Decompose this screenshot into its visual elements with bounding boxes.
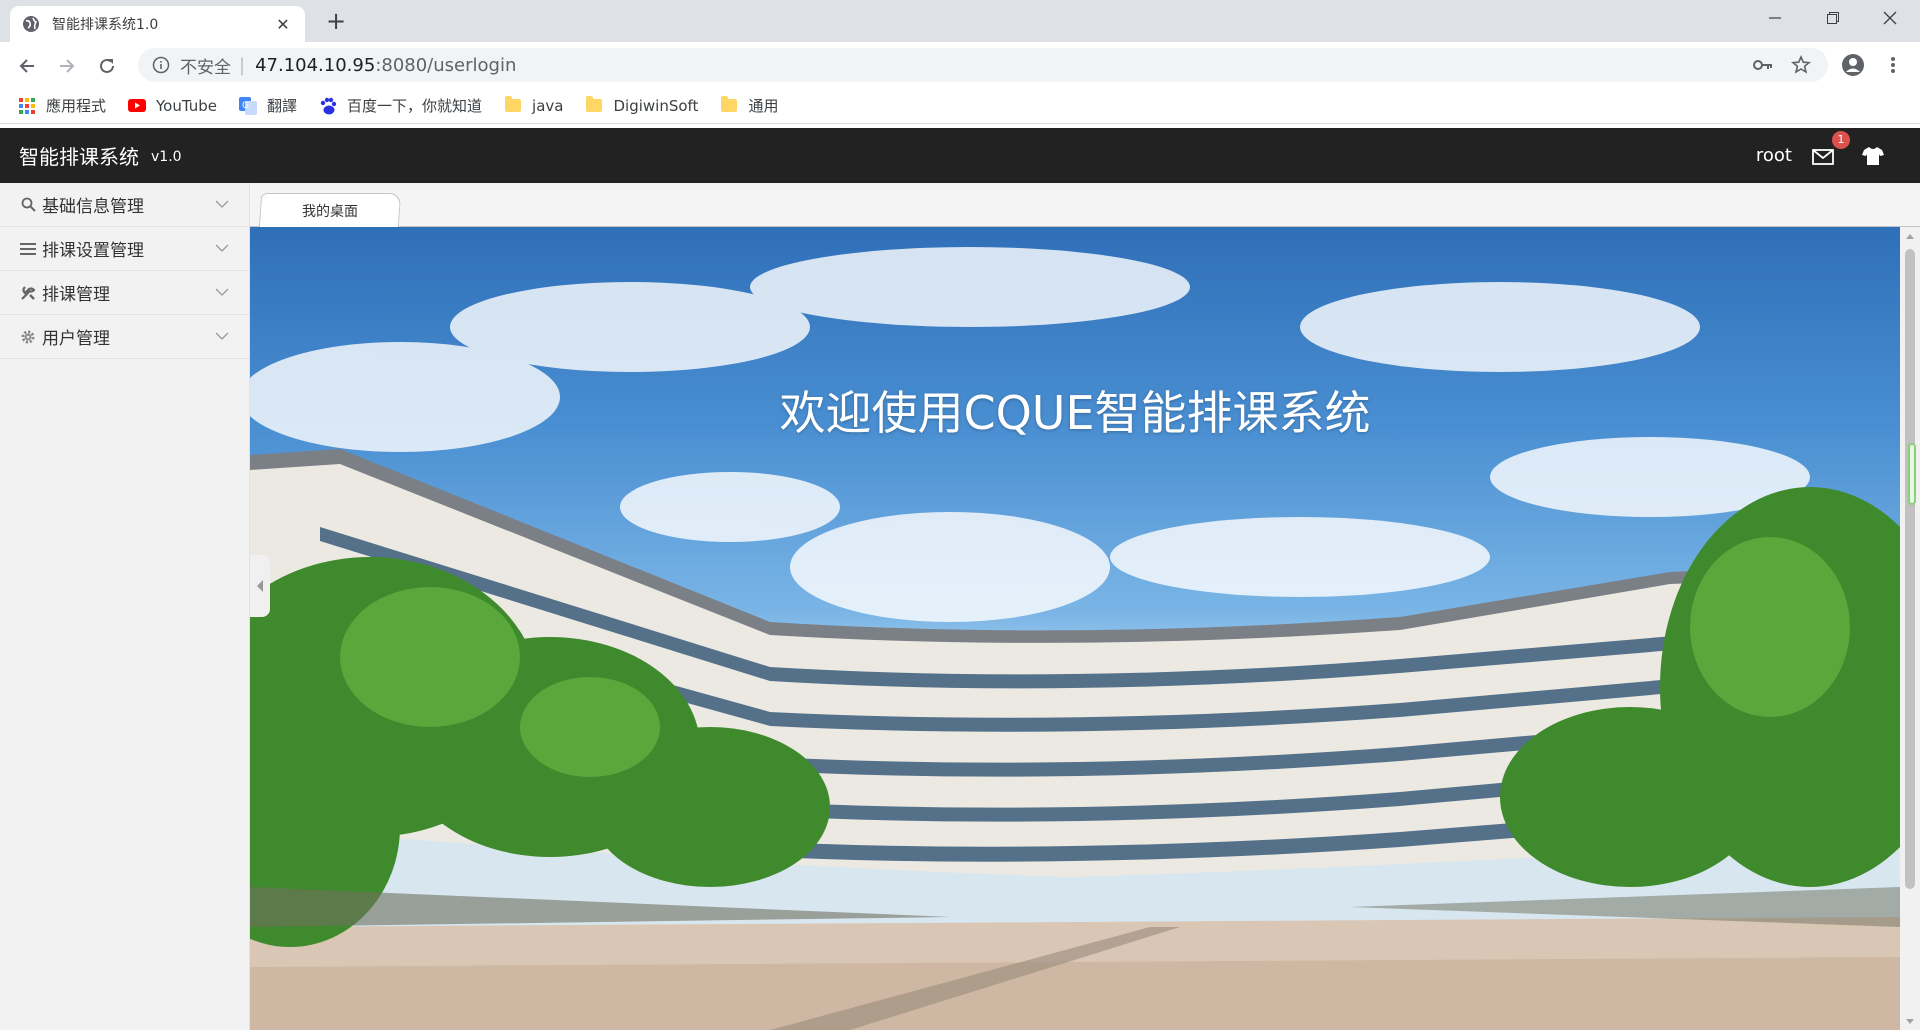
- bookmark-label: java: [532, 96, 564, 115]
- content-scrollbar[interactable]: [1900, 227, 1920, 1030]
- sidebar-item-label: 排课管理: [42, 285, 110, 305]
- arrow-right-icon: [60, 59, 75, 73]
- globe-icon: [23, 16, 39, 32]
- sidebar-collapse-handle[interactable]: [250, 555, 270, 617]
- chevron-down-icon: [215, 200, 229, 208]
- campus-banner: 欢迎使用CQUE智能排课系统: [250, 227, 1900, 1030]
- bookmark-label: 百度一下，你就知道: [347, 97, 483, 115]
- tshirt-icon: [1862, 146, 1884, 165]
- user-menu[interactable]: root: [1756, 145, 1792, 166]
- sidebar-item-scheduling[interactable]: 排课管理: [0, 271, 249, 315]
- reload-button[interactable]: [92, 51, 122, 81]
- apps-grid-icon: [18, 97, 36, 115]
- folder-icon: [720, 96, 738, 115]
- sidebar-item-label: 用户管理: [42, 329, 110, 349]
- scroll-indicator: [1908, 443, 1916, 505]
- address-bar[interactable]: 不安全 | 47.104.10.95 :8080/userlogin: [138, 48, 1828, 82]
- sidebar-item-label: 排课设置管理: [42, 241, 144, 261]
- sidebar-item-user-management[interactable]: 用户管理: [0, 315, 249, 359]
- baidu-icon: [319, 97, 337, 115]
- bookmark-label: 應用程式: [46, 97, 107, 115]
- restore-icon: [1827, 12, 1839, 24]
- info-icon[interactable]: [152, 56, 170, 74]
- content-tabbar: 我的桌面: [250, 183, 1920, 228]
- list-icon: [20, 241, 36, 257]
- new-tab-button[interactable]: +: [322, 8, 350, 36]
- theme-skin-button[interactable]: [1862, 146, 1884, 166]
- sidebar-item-label: 基础信息管理: [42, 197, 144, 217]
- bookmark-label: 通用: [748, 97, 779, 115]
- bookmark-youtube[interactable]: YouTube: [128, 97, 217, 115]
- tab-label: 我的桌面: [301, 204, 358, 220]
- chevron-down-icon: [215, 244, 229, 252]
- minimize-icon: [1769, 17, 1781, 19]
- bookmark-label: DigiwinSoft: [613, 96, 699, 115]
- wrench-icon: [20, 285, 36, 301]
- app-logo[interactable]: 智能排课系统: [19, 141, 139, 170]
- star-icon[interactable]: [1788, 52, 1814, 78]
- chevron-down-icon: [215, 288, 229, 296]
- scrollbar-thumb[interactable]: [1905, 249, 1915, 889]
- bookmark-folder-general[interactable]: 通用: [720, 95, 778, 116]
- app-version: v1.0: [151, 148, 182, 165]
- bookmark-label: YouTube: [156, 96, 218, 115]
- sidebar: 基础信息管理 排课设置管理 排课管理 用户管理: [0, 183, 250, 1030]
- sidebar-item-schedule-settings[interactable]: 排课设置管理: [0, 227, 249, 271]
- close-tab-icon[interactable]: ✕: [273, 15, 293, 34]
- separator: |: [239, 54, 246, 76]
- browser-tabstrip: 智能排课系统1.0 ✕ +: [0, 0, 1920, 42]
- chevron-left-icon: [257, 580, 263, 592]
- scroll-up-arrow[interactable]: [1900, 227, 1920, 245]
- message-count-badge: 1: [1832, 130, 1850, 149]
- reload-icon: [100, 58, 114, 73]
- browser-tab[interactable]: 智能排课系统1.0 ✕: [10, 6, 305, 42]
- url-host: 47.104.10.95: [255, 54, 376, 76]
- minimize-button[interactable]: [1745, 0, 1805, 36]
- bookmarks-bar: 應用程式 YouTube G 翻譯 百度一下，你就知道 java Digiwin…: [0, 88, 1920, 124]
- gear-icon: [20, 329, 36, 345]
- url-path: :8080/userlogin: [375, 54, 517, 76]
- close-icon: [1883, 11, 1897, 25]
- bookmark-folder-digiwinsoft[interactable]: DigiwinSoft: [585, 96, 699, 115]
- folder-icon: [585, 96, 603, 115]
- sidebar-item-basic-info[interactable]: 基础信息管理: [0, 183, 249, 227]
- bookmark-apps[interactable]: 應用程式: [18, 95, 106, 116]
- back-button[interactable]: [12, 51, 42, 81]
- bookmark-label: 翻譯: [267, 97, 298, 115]
- search-icon: [20, 197, 36, 213]
- key-icon[interactable]: [1750, 52, 1776, 78]
- youtube-icon: [128, 97, 147, 115]
- security-label: 不安全: [180, 57, 231, 78]
- folder-icon: [504, 96, 522, 115]
- more-menu-icon[interactable]: [1880, 52, 1906, 78]
- tab-my-desktop[interactable]: 我的桌面: [258, 193, 402, 228]
- forward-button[interactable]: [52, 51, 82, 81]
- bookmark-translate[interactable]: G 翻譯: [239, 95, 297, 116]
- campus-photo: [250, 247, 1900, 1030]
- welcome-title: 欢迎使用CQUE智能排课系统: [779, 386, 1371, 440]
- mail-icon: [1812, 148, 1834, 165]
- app-header: 智能排课系统 v1.0 root 1: [0, 128, 1920, 183]
- close-window-button[interactable]: [1860, 0, 1920, 36]
- browser-toolbar: 不安全 | 47.104.10.95 :8080/userlogin: [0, 42, 1920, 88]
- scroll-down-arrow[interactable]: [1900, 1012, 1920, 1030]
- chevron-down-icon: [215, 332, 229, 340]
- profile-avatar-icon[interactable]: [1840, 52, 1866, 78]
- svg-text:G: G: [242, 101, 249, 111]
- arrow-left-icon: [19, 59, 34, 73]
- restore-button[interactable]: [1803, 0, 1863, 36]
- messages-button[interactable]: 1: [1812, 130, 1850, 167]
- tab-title: 智能排课系统1.0: [52, 17, 159, 33]
- bookmark-folder-java[interactable]: java: [504, 96, 564, 115]
- header-actions: root 1: [1756, 128, 1884, 183]
- translate-icon: G: [239, 96, 258, 115]
- bookmark-baidu[interactable]: 百度一下，你就知道: [319, 95, 482, 116]
